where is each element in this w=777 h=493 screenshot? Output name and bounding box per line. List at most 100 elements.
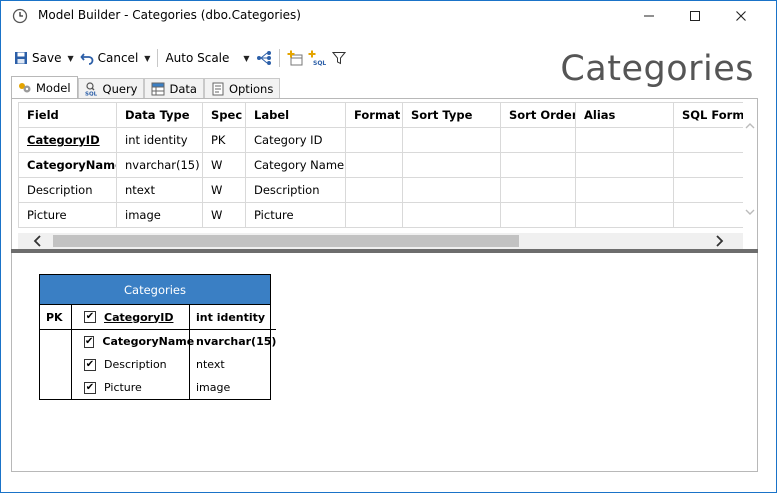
- data-type-cell[interactable]: nvarchar(15): [116, 152, 203, 178]
- horizontal-scrollbar[interactable]: [18, 233, 743, 249]
- hierarchy-icon: [256, 51, 271, 65]
- add-sql-button[interactable]: SQL: [306, 47, 328, 69]
- field-name: Picture: [27, 208, 67, 222]
- sort-type-cell[interactable]: [402, 152, 501, 178]
- scroll-left-icon[interactable]: [30, 233, 46, 249]
- scroll-up-icon[interactable]: [744, 120, 756, 132]
- fields-grid: Field Data Type Spec Label Format Sort T…: [18, 102, 743, 228]
- table-row[interactable]: Description ntext W Description: [18, 177, 743, 203]
- data-type-cell[interactable]: ntext: [116, 177, 203, 203]
- label-cell[interactable]: Category ID: [245, 127, 346, 153]
- spec-cell[interactable]: W: [202, 202, 246, 228]
- scroll-right-icon[interactable]: [711, 233, 727, 249]
- spec-cell[interactable]: PK: [202, 127, 246, 153]
- tab-query[interactable]: SQL Query: [77, 78, 145, 98]
- label-cell[interactable]: Category Name: [245, 152, 346, 178]
- entity-field-name: Picture: [104, 381, 142, 394]
- horizontal-scroll-thumb[interactable]: [53, 235, 519, 247]
- label-cell[interactable]: Description: [245, 177, 346, 203]
- sql-formula-cell[interactable]: [673, 202, 743, 228]
- format-cell[interactable]: [345, 202, 403, 228]
- sort-order-cell[interactable]: [500, 177, 576, 203]
- entity-key-column: PK: [40, 305, 72, 399]
- alias-cell[interactable]: [575, 177, 674, 203]
- format-cell[interactable]: [345, 152, 403, 178]
- tab-model[interactable]: Model: [11, 76, 78, 98]
- column-header[interactable]: Label: [245, 102, 346, 128]
- tab-options[interactable]: Options: [203, 78, 281, 98]
- entity-field-column: ✔ CategoryID ✔ CategoryName ✔ Descriptio…: [72, 305, 194, 399]
- sql-formula-cell[interactable]: [673, 127, 743, 153]
- table-row[interactable]: Picture image W Picture: [18, 202, 743, 228]
- filter-icon: [331, 52, 346, 65]
- field-cell[interactable]: CategoryName: [18, 152, 117, 178]
- close-button[interactable]: [718, 1, 764, 31]
- alias-cell[interactable]: [575, 127, 674, 153]
- column-header[interactable]: Format: [345, 102, 403, 128]
- floppy-disk-icon: [15, 52, 27, 64]
- minimize-button[interactable]: [626, 1, 672, 31]
- spec-cell[interactable]: W: [202, 152, 246, 178]
- cancel-dropdown-icon[interactable]: ▼: [144, 54, 150, 63]
- table-row[interactable]: CategoryID int identity PK Category ID: [18, 127, 743, 153]
- field-cell[interactable]: Description: [18, 177, 117, 203]
- field-cell[interactable]: Picture: [18, 202, 117, 228]
- data-type-cell[interactable]: int identity: [116, 127, 203, 153]
- label-cell[interactable]: Picture: [245, 202, 346, 228]
- sort-order-cell[interactable]: [500, 202, 576, 228]
- entity-field-row[interactable]: ✔ CategoryName: [72, 330, 194, 353]
- filter-button[interactable]: [328, 47, 350, 69]
- scroll-down-icon[interactable]: [744, 206, 756, 218]
- sql-formula-cell[interactable]: [673, 152, 743, 178]
- entity-field-type: nvarchar(15): [196, 335, 277, 348]
- column-header[interactable]: Data Type: [116, 102, 203, 128]
- maximize-button[interactable]: [672, 1, 718, 31]
- column-header[interactable]: Field: [18, 102, 117, 128]
- add-table-icon: [287, 50, 303, 66]
- column-header[interactable]: SQL Formu: [673, 102, 743, 128]
- checkbox-checked-icon[interactable]: ✔: [84, 358, 96, 371]
- model-icon: [19, 82, 31, 92]
- data-type-cell[interactable]: image: [116, 202, 203, 228]
- svg-text:SQL: SQL: [85, 91, 98, 96]
- layout-button[interactable]: [253, 47, 275, 69]
- tab-label: Query: [102, 81, 138, 96]
- save-button[interactable]: Save ▼: [11, 47, 77, 69]
- column-header[interactable]: Spec: [202, 102, 246, 128]
- sort-order-cell[interactable]: [500, 127, 576, 153]
- spec-cell[interactable]: W: [202, 177, 246, 203]
- field-cell[interactable]: CategoryID: [18, 127, 117, 153]
- alias-cell[interactable]: [575, 152, 674, 178]
- checkbox-checked-icon[interactable]: ✔: [84, 381, 96, 394]
- column-header[interactable]: Alias: [575, 102, 674, 128]
- sql-formula-cell[interactable]: [673, 177, 743, 203]
- vertical-scrollbar[interactable]: [742, 102, 757, 228]
- field-name: CategoryName: [27, 158, 117, 172]
- column-header[interactable]: Sort Order: [500, 102, 576, 128]
- alias-cell[interactable]: [575, 202, 674, 228]
- add-table-button[interactable]: [284, 47, 306, 69]
- save-dropdown-icon[interactable]: ▼: [67, 54, 73, 63]
- sort-type-cell[interactable]: [402, 177, 501, 203]
- checkbox-checked-icon[interactable]: ✔: [84, 335, 95, 348]
- sort-type-cell[interactable]: [402, 127, 501, 153]
- entity-field-row[interactable]: ✔ Picture: [72, 376, 189, 399]
- column-header[interactable]: Sort Type: [402, 102, 501, 128]
- tab-data[interactable]: Data: [144, 78, 204, 98]
- table-row[interactable]: CategoryName nvarchar(15) W Category Nam…: [18, 152, 743, 178]
- format-cell[interactable]: [345, 127, 403, 153]
- title-bar: Model Builder - Categories (dbo.Categori…: [1, 1, 776, 31]
- sort-order-cell[interactable]: [500, 152, 576, 178]
- sort-type-cell[interactable]: [402, 202, 501, 228]
- toolbar: Save ▼ Cancel ▼ Auto Scale ▼ SQL: [11, 47, 350, 69]
- page-title: Categories: [560, 49, 754, 89]
- entity-box[interactable]: Categories PK ✔ CategoryID ✔ CategoryNam…: [39, 274, 277, 400]
- sql-icon: SQL: [85, 81, 98, 96]
- cancel-button[interactable]: Cancel ▼: [77, 47, 154, 69]
- checkbox-checked-icon[interactable]: ✔: [84, 311, 96, 323]
- cancel-label: Cancel: [97, 51, 139, 65]
- entity-field-row[interactable]: ✔ CategoryID: [72, 305, 189, 330]
- format-cell[interactable]: [345, 177, 403, 203]
- entity-field-row[interactable]: ✔ Description: [72, 353, 189, 376]
- auto-scale-dropdown[interactable]: Auto Scale ▼: [162, 47, 252, 69]
